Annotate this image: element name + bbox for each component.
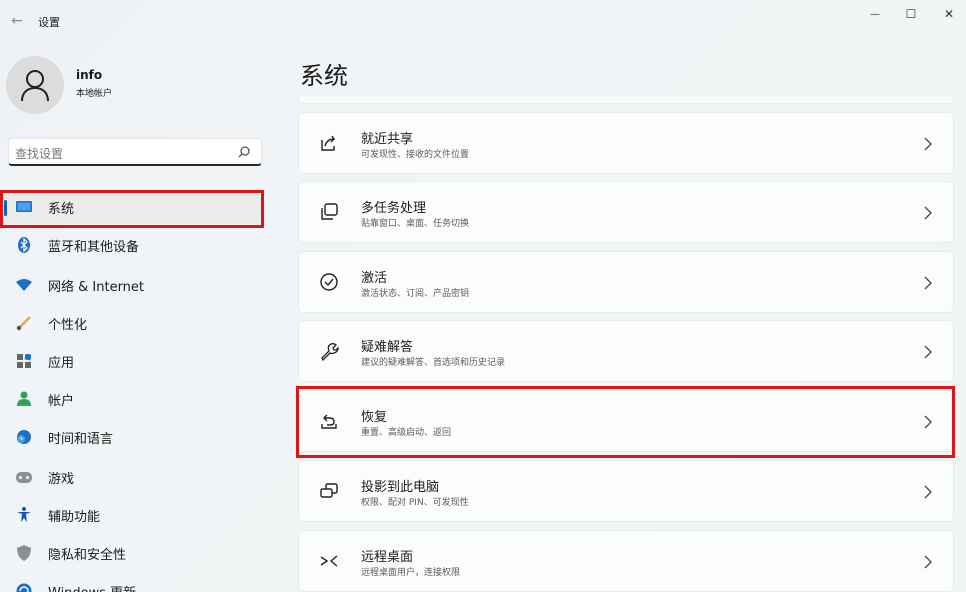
shield-icon (16, 545, 32, 561)
highlight-box-system (0, 190, 264, 228)
card-title: 多任务处理 (361, 201, 427, 216)
multitask-icon (321, 203, 338, 220)
project-icon (320, 483, 338, 498)
chevron-right-icon (924, 555, 932, 569)
back-button[interactable]: ← (6, 10, 28, 32)
apps-icon (16, 353, 32, 369)
update-icon (16, 583, 32, 592)
bluetooth-icon (16, 237, 32, 253)
sidebar-item-label: 个性化 (48, 317, 88, 333)
maximize-icon: ☐ (905, 7, 917, 21)
sidebar-item-label: 帐户 (48, 393, 75, 409)
card-partial-top (298, 96, 954, 104)
highlight-box-recovery (296, 386, 955, 458)
card-subtitle: 远程桌面用户，连接权限 (361, 568, 461, 578)
card-subtitle: 贴靠窗口、桌面、任务切换 (361, 219, 470, 229)
back-arrow-icon: ← (11, 13, 23, 29)
person-avatar-icon (21, 70, 49, 102)
card-title: 激活 (361, 271, 388, 286)
chevron-right-icon (924, 345, 932, 359)
sidebar-item-label: 蓝牙和其他设备 (48, 239, 140, 255)
card-subtitle: 可发现性、接收的文件位置 (361, 150, 470, 160)
sidebar-item-privacy[interactable]: 隐私和安全性 (4, 536, 262, 570)
sidebar-item-time-language[interactable]: 时间和语言 (4, 420, 262, 454)
chevron-right-icon (924, 485, 932, 499)
card-activation[interactable]: 激活 激活状态、订阅、产品密钥 (298, 251, 954, 313)
avatar (6, 56, 64, 114)
card-remote-desktop[interactable]: 远程桌面 远程桌面用户，连接权限 (298, 530, 954, 592)
sidebar-item-label: 应用 (48, 355, 75, 371)
user-profile[interactable]: info 本地帐户 (6, 56, 266, 116)
sidebar-item-label: 辅助功能 (48, 509, 101, 525)
card-title: 投影到此电脑 (361, 480, 440, 495)
search-input[interactable]: 查找设置 (8, 138, 262, 166)
card-title: 就近共享 (361, 132, 414, 147)
sidebar-item-apps[interactable]: 应用 (4, 344, 262, 378)
accessibility-icon (16, 507, 32, 523)
sidebar-item-accessibility[interactable]: 辅助功能 (4, 498, 262, 532)
sidebar-item-label: 游戏 (48, 471, 75, 487)
close-button[interactable]: ✕ (926, 0, 966, 28)
card-nearby-sharing[interactable]: 就近共享 可发现性、接收的文件位置 (298, 112, 954, 174)
minimize-icon: — (870, 8, 880, 20)
sidebar-item-accounts[interactable]: 帐户 (4, 382, 262, 416)
wifi-icon (16, 277, 32, 293)
user-name: info (76, 68, 103, 82)
sidebar-item-bluetooth[interactable]: 蓝牙和其他设备 (4, 228, 262, 262)
page-title: 系统 (300, 62, 348, 90)
sidebar-item-network[interactable]: 网络 & Internet (4, 268, 262, 302)
person-icon (16, 391, 32, 407)
chevron-right-icon (924, 206, 932, 220)
card-multitasking[interactable]: 多任务处理 贴靠窗口、桌面、任务切换 (298, 181, 954, 243)
card-subtitle: 激活状态、订阅、产品密钥 (361, 289, 470, 299)
card-project-to-pc[interactable]: 投影到此电脑 权限、配对 PIN、可发现性 (298, 460, 954, 522)
sidebar-item-windows-update[interactable]: Windows 更新 (4, 574, 262, 592)
sidebar-item-label: 网络 & Internet (48, 279, 145, 295)
app-title: 设置 (38, 16, 60, 29)
wrench-icon (321, 343, 339, 361)
sidebar-item-label: 隐私和安全性 (48, 547, 127, 563)
title-bar: ← 设置 — ☐ ✕ (0, 0, 966, 40)
account-type: 本地帐户 (76, 89, 113, 99)
sidebar-item-label: Windows 更新 (48, 582, 136, 592)
search-placeholder: 查找设置 (15, 147, 64, 161)
card-title: 远程桌面 (361, 550, 414, 565)
card-subtitle: 建议的疑难解答、首选项和历史记录 (361, 358, 506, 368)
chevron-right-icon (924, 137, 932, 151)
check-circle-icon (320, 273, 338, 291)
card-troubleshoot[interactable]: 疑难解答 建议的疑难解答、首选项和历史记录 (298, 320, 954, 382)
close-icon: ✕ (943, 7, 955, 21)
remote-desktop-icon (320, 555, 338, 567)
brush-icon (16, 315, 32, 331)
sidebar-item-gaming[interactable]: 游戏 (4, 460, 262, 494)
chevron-right-icon (924, 276, 932, 290)
card-title: 疑难解答 (361, 340, 414, 355)
sidebar-item-label: 时间和语言 (48, 431, 114, 447)
globe-clock-icon (16, 429, 32, 445)
search-icon (238, 146, 250, 158)
gamepad-icon (16, 469, 32, 485)
card-subtitle: 权限、配对 PIN、可发现性 (361, 498, 469, 508)
sidebar-item-personalization[interactable]: 个性化 (4, 306, 262, 340)
share-icon (321, 135, 336, 151)
